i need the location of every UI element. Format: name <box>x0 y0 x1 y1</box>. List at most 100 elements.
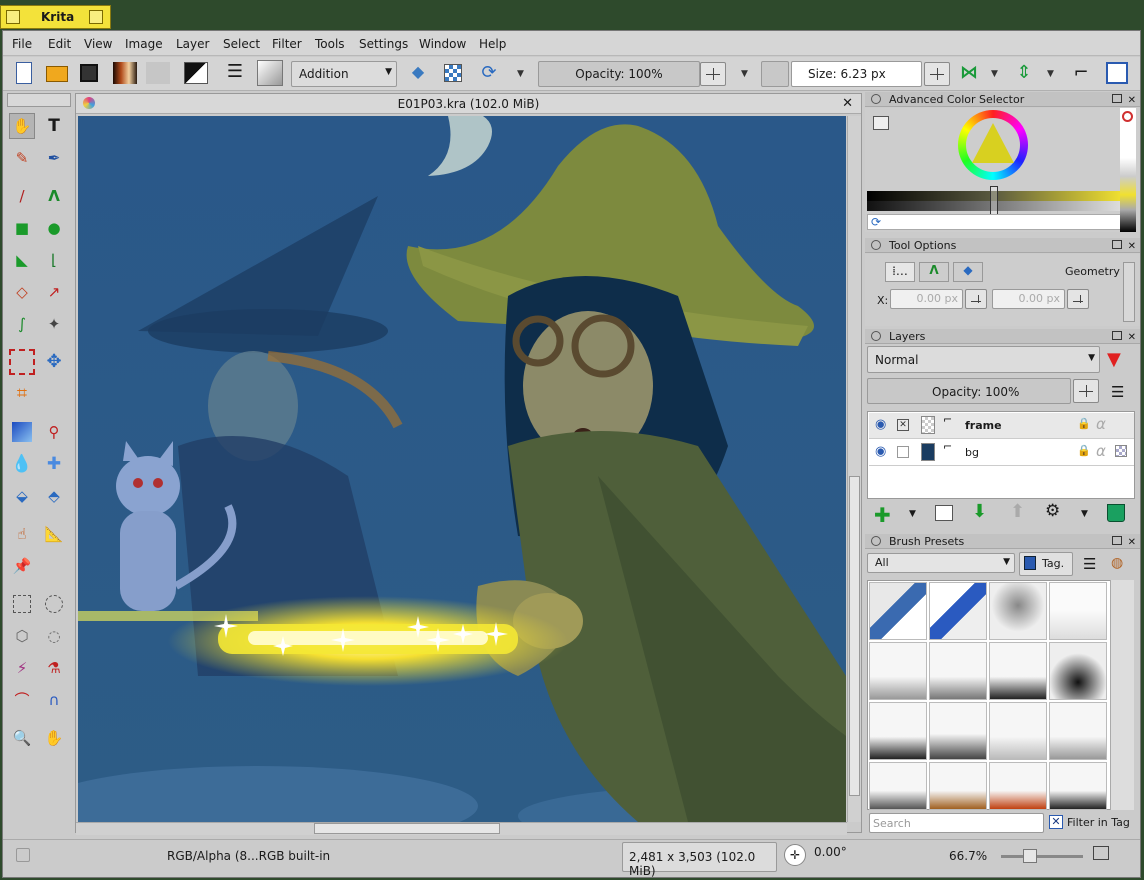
zoom-tool-icon[interactable]: 🔍 <box>9 725 35 751</box>
swatch-settings-icon[interactable] <box>1122 111 1133 122</box>
polygonal-selection-tool-icon[interactable]: ⬡ <box>9 623 35 649</box>
alpha-lock-icon[interactable]: α <box>1096 415 1106 433</box>
opacity-lock-button[interactable] <box>700 62 726 86</box>
open-document-icon[interactable] <box>46 66 68 82</box>
similar-selection-tool-icon[interactable]: ⚗ <box>41 655 67 681</box>
preset-brush-flat[interactable] <box>989 762 1047 810</box>
assistant-tool-icon[interactable]: ✚ <box>41 451 67 477</box>
layer-filter-icon[interactable]: ▼ <box>1107 349 1121 370</box>
bezier-selection-tool-icon[interactable]: ⌒ <box>9 687 35 713</box>
horizontal-scroll-thumb[interactable] <box>314 823 500 834</box>
freehand-selection-tool-icon[interactable]: ◌ <box>41 623 67 649</box>
edit-shapes-tool-icon[interactable]: ✎ <box>9 145 35 171</box>
tool-options-scrollbar[interactable] <box>1123 262 1135 322</box>
chevron-down-icon[interactable]: ▼ <box>741 69 748 79</box>
layer-row-bg[interactable]: ◉ ⌐ bg 🔒 α <box>869 440 1134 466</box>
zoom-slider-thumb[interactable] <box>1023 849 1037 863</box>
contiguous-selection-tool-icon[interactable]: ⚡ <box>9 655 35 681</box>
layer-menu-icon[interactable]: ☰ <box>1111 383 1124 401</box>
close-icon[interactable]: ✕ <box>1128 93 1136 108</box>
wrap-around-icon[interactable]: ⌐ <box>1070 62 1092 84</box>
add-layer-icon[interactable]: ✚ <box>874 503 891 527</box>
gradient-icon[interactable] <box>113 62 137 84</box>
move-layer-up-icon[interactable]: ⬆ <box>1010 501 1025 522</box>
color-selector-settings-icon[interactable] <box>873 116 889 130</box>
close-icon[interactable]: ✕ <box>1128 239 1136 254</box>
smart-patch-tool-icon[interactable]: 💧 <box>9 451 35 477</box>
mirror-horizontal-icon[interactable]: ⋈ <box>958 62 980 84</box>
polyline-tool-icon[interactable]: ⌊ <box>41 247 67 273</box>
visibility-eye-icon[interactable]: ◉ <box>875 417 886 432</box>
rectangle-tool-icon[interactable]: ■ <box>9 215 35 241</box>
gradient-cursor[interactable] <box>990 186 998 216</box>
color-history-bar[interactable]: ⟳ <box>867 214 1121 230</box>
close-icon[interactable]: ✕ <box>842 96 853 111</box>
float-docker-icon[interactable] <box>1112 331 1122 340</box>
lock-icon[interactable]: 🔒 <box>1077 444 1091 457</box>
rotation-dial-icon[interactable]: ✛ <box>784 844 806 866</box>
reference-tool-icon[interactable]: 📌 <box>9 553 35 579</box>
bezier-tool-icon[interactable]: ◇ <box>9 279 35 305</box>
layer-checkbox[interactable]: ✕ <box>897 419 909 431</box>
x-lock-button[interactable] <box>965 289 987 309</box>
refresh-icon[interactable]: ⟳ <box>871 215 881 229</box>
multibrush-tool-icon[interactable]: ✦ <box>41 311 67 337</box>
transform-tool-icon[interactable] <box>9 349 35 375</box>
move-layer-down-icon[interactable]: ⬇ <box>972 501 987 522</box>
layer-properties-gear-icon[interactable]: ⚙ <box>1045 501 1060 521</box>
zoom-label[interactable]: 66.7% <box>949 849 987 863</box>
move-tool-icon[interactable]: ✥ <box>41 349 67 375</box>
color-picker-tool-icon[interactable]: ⚲ <box>41 419 67 445</box>
reload-preset-icon[interactable]: ⟳ <box>478 62 500 84</box>
preset-pencil-sketch[interactable] <box>1049 702 1107 760</box>
ellipse-tool-icon[interactable]: ● <box>41 215 67 241</box>
menu-filter[interactable]: Filter <box>272 37 302 51</box>
rotation-label[interactable]: 0.00° <box>814 845 847 859</box>
saturation-triangle[interactable] <box>972 123 1014 163</box>
foreground-background-color-icon[interactable] <box>184 62 208 84</box>
eraser-icon[interactable]: ◆ <box>407 62 429 84</box>
pattern-icon[interactable] <box>146 62 170 84</box>
crop-tool-icon[interactable]: ⌗ <box>9 381 35 407</box>
preset-pencil-hard[interactable] <box>869 702 927 760</box>
color-swatches-column[interactable] <box>1120 108 1136 232</box>
enclose-fill-tool-icon[interactable]: ⬘ <box>41 483 67 509</box>
menu-edit[interactable]: Edit <box>48 37 71 51</box>
menu-tools[interactable]: Tools <box>315 37 345 51</box>
dynamic-brush-tool-icon[interactable]: ∫ <box>9 311 35 337</box>
brush-preset-scrollbar[interactable] <box>1110 580 1134 810</box>
menu-select[interactable]: Select <box>223 37 260 51</box>
menu-window[interactable]: Window <box>419 37 466 51</box>
canvas[interactable] <box>78 116 846 822</box>
size-slider-left[interactable] <box>761 61 789 87</box>
tool-options-tab-fill[interactable]: ◆ <box>953 262 983 282</box>
chevron-down-icon[interactable]: ▼ <box>991 69 998 79</box>
opacity-slider[interactable]: Opacity: 100% <box>538 61 700 87</box>
preset-blender[interactable] <box>989 582 1047 640</box>
alpha-lock-icon[interactable]: α <box>1096 442 1106 460</box>
preset-marker[interactable] <box>929 702 987 760</box>
preset-brush-round[interactable] <box>869 762 927 810</box>
preset-eraser-small[interactable] <box>869 582 927 640</box>
shape-select-tool-icon[interactable]: ✋ <box>9 113 35 139</box>
assistant-hand-tool-icon[interactable]: ☝ <box>9 521 35 547</box>
window-menu-icon[interactable] <box>6 10 20 24</box>
text-tool-icon[interactable]: T <box>41 113 67 139</box>
menu-help[interactable]: Help <box>479 37 506 51</box>
blend-mode-select[interactable]: Addition ▼ <box>291 61 397 87</box>
preset-ink-fine[interactable] <box>929 642 987 700</box>
mirror-vertical-icon[interactable]: ⇕ <box>1013 62 1035 84</box>
elliptical-selection-tool-icon[interactable] <box>45 595 63 613</box>
chevron-down-icon[interactable]: ▼ <box>517 69 524 79</box>
layer-name[interactable]: bg <box>965 446 979 459</box>
gradient-tool-icon[interactable] <box>12 422 32 442</box>
canvas-only-icon[interactable] <box>1093 846 1109 860</box>
polygon-tool-icon[interactable]: ◣ <box>9 247 35 273</box>
color-profile-label[interactable]: RGB/Alpha (8...RGB built-in <box>167 849 330 863</box>
app-title-tab[interactable]: Krita <box>0 5 111 29</box>
menu-view[interactable]: View <box>84 37 112 51</box>
new-document-icon[interactable] <box>16 62 32 84</box>
tool-options-tab-path[interactable]: Λ <box>919 262 949 282</box>
close-icon[interactable]: ✕ <box>1128 330 1136 345</box>
menu-image[interactable]: Image <box>125 37 163 51</box>
